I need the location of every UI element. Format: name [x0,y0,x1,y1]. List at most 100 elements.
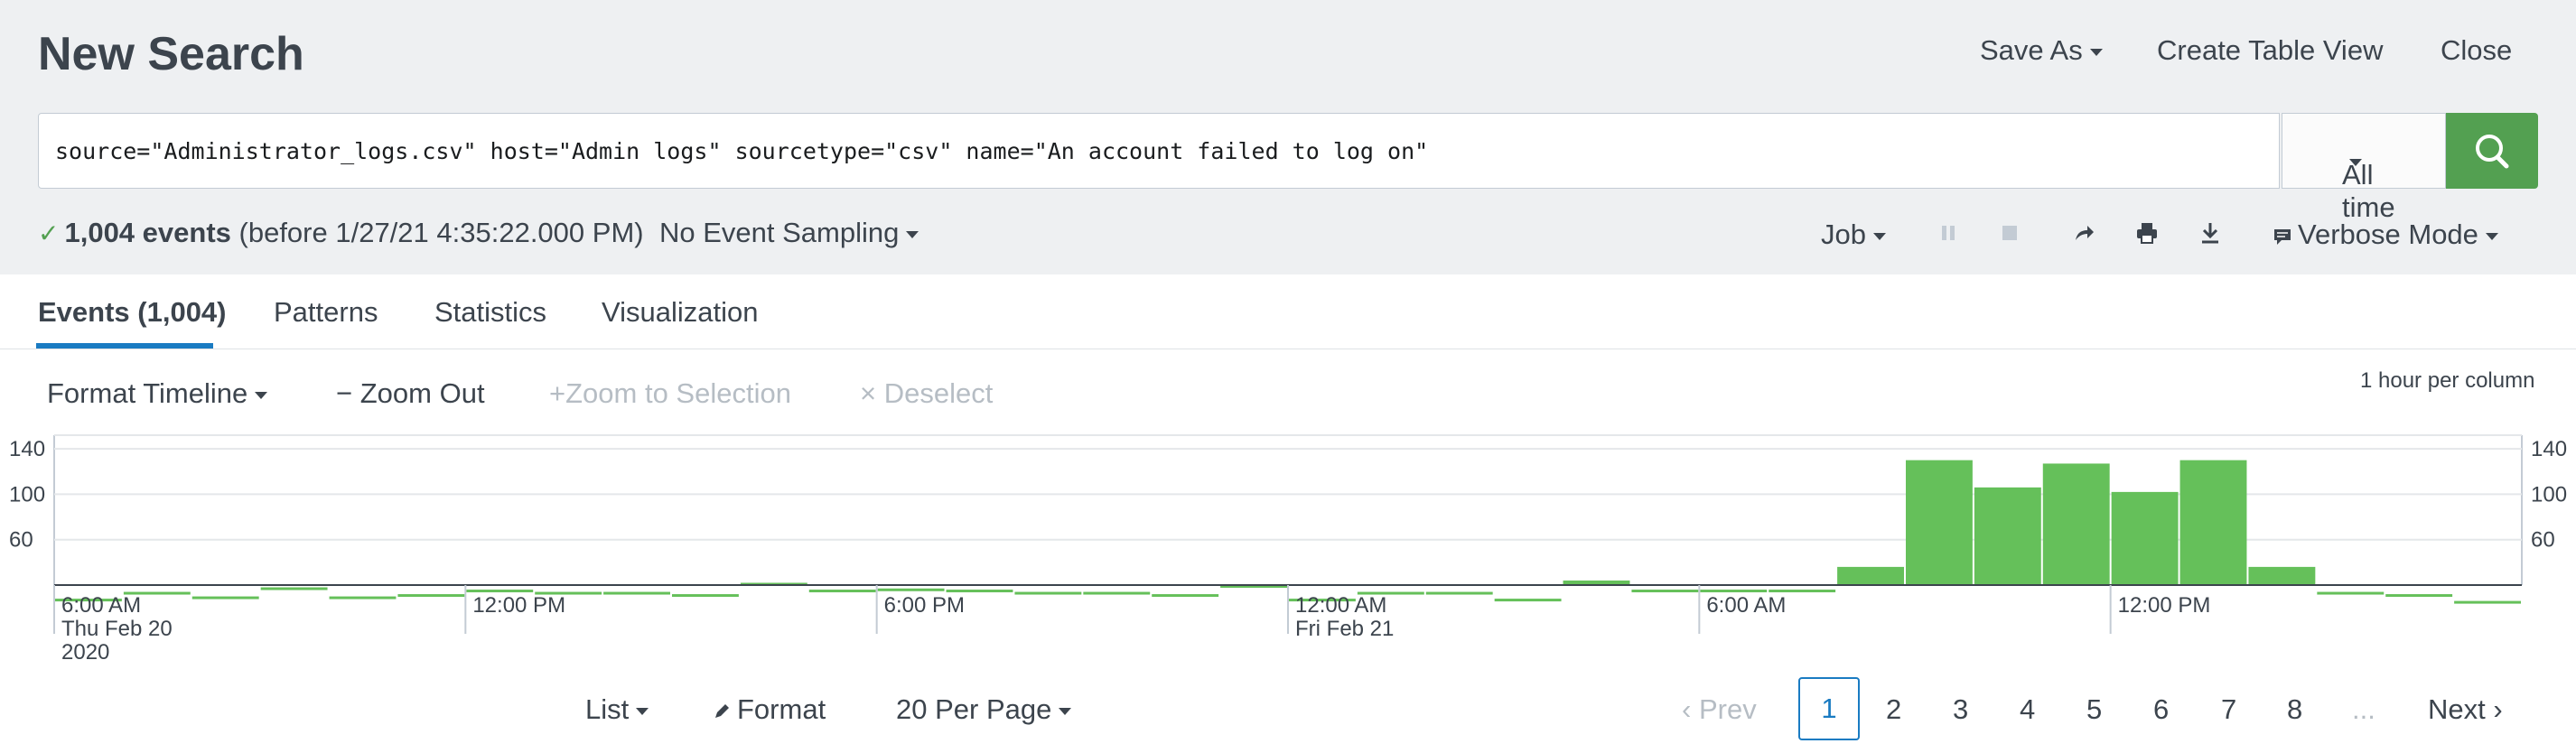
page-7-button[interactable]: 7 [2221,693,2236,726]
y-tick-label-left: 140 [9,437,45,461]
stop-icon[interactable] [2000,222,2020,244]
print-icon[interactable] [2135,220,2159,246]
timeline-bar [1700,590,1768,593]
zoom-to-selection-button[interactable]: +Zoom to Selection [549,377,791,410]
create-table-view-link[interactable]: Create Table View [2157,34,2383,67]
chevron-left-icon: ‹ [1682,693,1692,725]
timeline-bar [2317,591,2385,595]
deselect-button[interactable]: × Deselect [860,377,993,410]
timeline-bar [808,590,876,593]
chevron-down-icon [2485,232,2498,240]
page-1-button[interactable]: 1 [1798,677,1860,740]
y-tick-label-right: 140 [2531,437,2567,461]
per-page-menu[interactable]: 20 Per Page [896,693,1072,726]
search-button[interactable] [2446,113,2538,189]
search-input[interactable]: source="Administrator_logs.csv" host="Ad… [38,113,2280,189]
page-5-button[interactable]: 5 [2086,693,2102,726]
y-tick-label-right: 100 [2531,482,2567,507]
timeline-bar [1837,566,1904,585]
deselect-label: Deselect [883,377,994,409]
y-tick-label-left: 60 [9,528,33,553]
plus-icon: + [549,377,566,409]
tab-events[interactable]: Events (1,004) [38,296,227,329]
page-8-button[interactable]: 8 [2287,693,2302,726]
list-view-menu[interactable]: List [585,693,649,726]
search-mode-label: Verbose Mode [2298,218,2478,250]
page-2-button[interactable]: 2 [1886,693,1901,726]
timeline-bar [329,596,397,600]
format-timeline-label: Format Timeline [47,377,248,409]
timeline-bar [603,591,670,595]
zoom-to-selection-label: Zoom to Selection [565,377,791,409]
prev-page-button[interactable]: ‹ Prev [1682,693,1757,726]
event-count: 1,004 events [64,217,231,248]
comment-icon [2274,228,2291,245]
zoom-out-button[interactable]: − Zoom Out [336,377,485,410]
chevron-down-icon [1059,707,1072,715]
timeline-bar [1631,590,1699,593]
x-tick-label: 12:00 AM [1295,593,1386,618]
save-as-menu[interactable]: Save As [1980,34,2103,67]
next-label: Next [2428,693,2486,725]
timeline-bar [260,587,328,590]
results-tabs: Events (1,004) Patterns Statistics Visua… [0,274,2576,349]
time-range-label: All time [2342,159,2395,223]
timeline-bar [1906,460,1973,585]
close-link[interactable]: Close [2441,34,2512,67]
tab-statistics[interactable]: Statistics [434,296,546,329]
format-label: Format [737,693,826,725]
timeline-bar [1152,594,1219,598]
page-4-button[interactable]: 4 [2020,693,2035,726]
timeline-bar [2179,460,2247,585]
x-tick-label: 12:00 PM [2118,593,2211,618]
time-range-picker[interactable]: All time [2282,113,2446,223]
page-3-button[interactable]: 3 [1953,693,1968,726]
x-tick-label: 6:00 PM [884,593,965,618]
x-tick-label: 12:00 PM [472,593,565,618]
save-as-label: Save As [1980,34,2083,66]
tab-visualization[interactable]: Visualization [602,296,758,329]
x-tick-label: 6:00 AM [1706,593,1786,618]
format-menu[interactable]: Format [712,693,826,726]
event-time-bound: (before 1/27/21 4:35:22.000 PM) [238,217,644,248]
event-sampling-label: No Event Sampling [659,217,900,248]
search-query-text: source="Administrator_logs.csv" host="Ad… [55,138,1429,164]
x-tick-label: 6:00 AM [61,593,141,618]
timeline-bar [466,590,534,593]
per-page-label: 20 Per Page [896,693,1052,725]
tab-patterns[interactable]: Patterns [274,296,378,329]
event-status: ✓ 1,004 events (before 1/27/21 4:35:22.00… [38,217,644,249]
timeline-bar [1083,591,1151,595]
page-6-button[interactable]: 6 [2153,693,2169,726]
chevron-down-icon [2089,48,2103,56]
minus-icon: − [336,377,353,409]
timeline-bar [191,596,259,600]
timeline-bar [2111,491,2179,585]
pause-icon[interactable] [1938,222,1958,244]
chevron-down-icon [636,707,649,715]
zoom-out-label: Zoom Out [359,377,485,409]
chevron-down-icon [255,391,268,399]
chevron-right-icon: › [2493,693,2503,725]
search-icon [2476,135,2509,169]
page-title: New Search [38,28,304,80]
event-sampling-menu[interactable]: No Event Sampling [659,217,919,249]
y-tick-label-right: 60 [2531,528,2555,553]
timeline-chart[interactable]: 140 140100 10060 606:00 AMThu Feb 20202012:… [0,424,2576,668]
share-icon[interactable] [2072,222,2095,246]
next-page-button[interactable]: Next › [2428,693,2503,726]
timeline-bar [672,594,739,598]
job-menu[interactable]: Job [1821,218,1886,251]
timeline-bar [2248,566,2316,585]
x-tick-label: Fri Feb 21 [1295,617,1394,641]
timeline-bar [1014,591,1082,595]
export-icon[interactable] [2198,220,2222,246]
search-mode-menu[interactable]: Verbose Mode [2273,218,2498,251]
format-timeline-menu[interactable]: Format Timeline [47,377,268,410]
x-tick-label: 2020 [61,640,109,665]
timeline-bar [1974,487,2041,585]
y-tick-label-left: 100 [9,482,45,507]
timeline-bar [397,594,465,598]
prev-label: Prev [1698,693,1757,725]
checkmark-icon: ✓ [38,219,60,247]
